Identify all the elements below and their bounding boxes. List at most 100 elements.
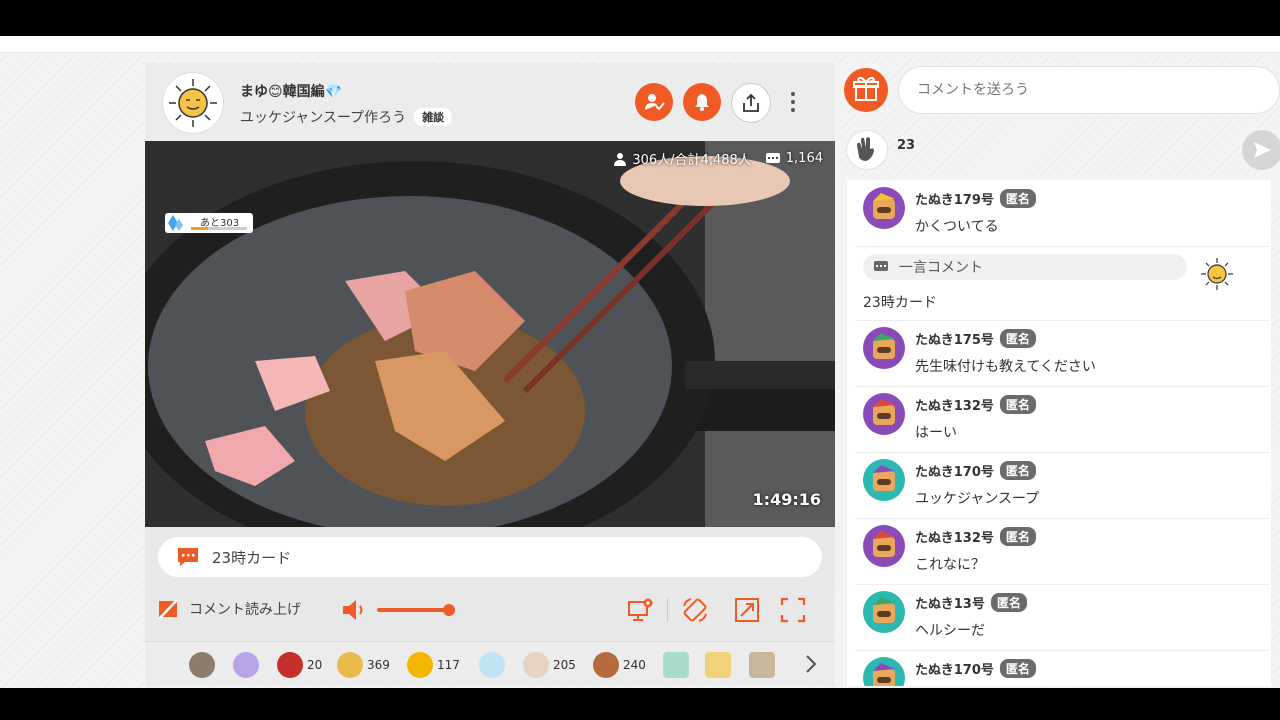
one-line-comment-value: 23時カード [863, 295, 937, 311]
streamer-avatar[interactable] [162, 72, 224, 134]
gift-item[interactable]: 117 [407, 652, 460, 678]
tanuki-avatar-icon [863, 327, 905, 369]
tanuki-avatar-icon [863, 525, 905, 567]
share-button[interactable] [731, 83, 771, 123]
gift-item[interactable]: 369 [337, 652, 390, 678]
mouse-gift-icon [523, 652, 549, 678]
scroll-gift-icon [705, 652, 731, 678]
comment-author[interactable]: たぬき132号 匿名 [915, 527, 1036, 546]
comment-item: たぬき179号 匿名 かくついてる [855, 180, 1269, 247]
cake-gift-icon [337, 652, 363, 678]
viewer-count-text: 306人/合計4,488人 [632, 153, 751, 168]
chevron-right-icon[interactable] [803, 654, 819, 674]
send-button[interactable] [1242, 130, 1280, 170]
comment-author[interactable]: たぬき170号 匿名 [915, 659, 1036, 678]
comment-text: これなに？ [915, 557, 985, 573]
bubble-gift-icon [479, 652, 505, 678]
comment-author[interactable]: たぬき175号 匿名 [915, 329, 1036, 348]
sun-avatar-icon [169, 79, 217, 127]
read-aloud-toggle[interactable]: コメント読み上げ [157, 598, 301, 620]
gift-item[interactable]: 205 [523, 652, 576, 678]
speaker-icon[interactable] [341, 598, 371, 622]
raccoon-gift-icon [189, 652, 215, 678]
notify-button[interactable] [683, 83, 721, 121]
follow-button[interactable] [635, 83, 673, 121]
user-check-icon [645, 94, 665, 111]
tanuki-avatar-icon [863, 657, 905, 686]
one-line-comment-pill: 一言コメント [863, 254, 1187, 280]
gift-item[interactable] [479, 652, 509, 678]
comment-item: たぬき132号 匿名 はーい [855, 386, 1269, 453]
comment-bubble-icon [765, 152, 780, 163]
tanuki-avatar-icon [863, 459, 905, 501]
category-tag[interactable]: 雑談 [414, 108, 453, 126]
gift-item[interactable] [233, 652, 263, 678]
comment-author[interactable]: たぬき170号 匿名 [915, 461, 1036, 480]
comment-count: 1,164 [765, 149, 823, 168]
volume-control[interactable] [341, 598, 461, 622]
pinned-comment-bar[interactable]: 23時カード [158, 537, 822, 577]
comment-count-text: 1,164 [785, 151, 823, 166]
comment-text: ヘルシーだ [915, 623, 985, 639]
more-menu-icon[interactable] [789, 91, 797, 113]
level-progress-fill [191, 227, 208, 230]
person-icon [614, 152, 627, 166]
stream-header: まゆ😊韓国編💎 ユッケジャンスープ作ろう 雑談 [145, 63, 835, 141]
display-settings-icon[interactable] [627, 596, 655, 624]
read-aloud-off-icon [159, 599, 178, 619]
gift-item[interactable] [189, 652, 219, 678]
gift-item[interactable] [749, 652, 779, 678]
anonymous-badge: 匿名 [999, 189, 1036, 208]
page: まゆ😊韓国編💎 ユッケジャンスープ作ろう 雑談 306人/合計4,488人 1,… [0, 36, 1280, 688]
comment-text: 先生味付けも教えてください [915, 359, 1096, 375]
bell-icon [695, 94, 709, 111]
comment-text: かくついてる [915, 219, 999, 235]
top-strip [0, 36, 1280, 53]
comment-item: たぬき13号 匿名 ヘルシーだ [855, 584, 1269, 651]
comment-author[interactable]: たぬき13号 匿名 [915, 593, 1027, 612]
comment-item: たぬき175号 匿名 先生味付けも教えてください [855, 320, 1269, 387]
gift-button[interactable] [844, 68, 888, 112]
gift-bar: 20 369 117 205 240 [145, 641, 835, 686]
gift-item[interactable]: 240 [593, 652, 646, 678]
tanuki-avatar-icon [863, 187, 905, 229]
player-controls: コメント読み上げ [145, 588, 835, 632]
streamer-name[interactable]: まゆ😊韓国編💎 [240, 81, 342, 101]
comment-author[interactable]: たぬき179号 匿名 [915, 189, 1036, 208]
card-gift-icon [663, 652, 689, 678]
anonymous-badge: 匿名 [999, 329, 1036, 348]
santa-gift-icon [277, 652, 303, 678]
anonymous-badge: 匿名 [999, 659, 1036, 678]
viewer-stats: 306人/合計4,488人 1,164 [613, 149, 823, 168]
gift-item[interactable]: 20 [277, 652, 322, 678]
gift-item[interactable] [705, 652, 735, 678]
comment-list[interactable]: たぬき179号 匿名 かくついてる 一言コメント 23時カード たぬき175号 … [846, 180, 1271, 686]
viewer-count: 306人/合計4,488人 [613, 149, 751, 168]
sun-avatar-icon [1201, 258, 1233, 290]
read-aloud-label: コメント読み上げ [189, 602, 301, 618]
anonymous-badge: 匿名 [990, 593, 1027, 612]
clap-button[interactable] [846, 130, 888, 170]
anonymous-badge: 匿名 [999, 461, 1036, 480]
comment-item: たぬき132号 匿名 これなに？ [855, 518, 1269, 585]
video-player[interactable]: 306人/合計4,488人 1,164 あと303 1:49:16 [145, 141, 835, 527]
volume-slider-knob[interactable] [443, 604, 455, 616]
controls-divider [667, 598, 668, 622]
crystal-icon [168, 215, 183, 231]
fullscreen-icon[interactable] [779, 596, 807, 624]
tanuki-avatar-icon [863, 591, 905, 633]
anonymous-badge: 匿名 [999, 527, 1036, 546]
bag-gift-icon [749, 652, 775, 678]
theater-mode-icon[interactable] [733, 596, 761, 624]
comment-input[interactable] [898, 66, 1280, 114]
comment-item: たぬき170号 匿名 [855, 650, 1269, 686]
comment-text: はーい [915, 425, 957, 441]
comment-author[interactable]: たぬき132号 匿名 [915, 395, 1036, 414]
level-progress-track [191, 227, 247, 230]
gift-box-icon [853, 76, 879, 101]
volume-slider[interactable] [377, 608, 449, 612]
stream-panel: まゆ😊韓国編💎 ユッケジャンスープ作ろう 雑談 306人/合計4,488人 1,… [145, 63, 835, 686]
rotate-icon[interactable] [681, 596, 709, 624]
gift-item[interactable] [663, 652, 693, 678]
send-icon [1254, 142, 1271, 158]
